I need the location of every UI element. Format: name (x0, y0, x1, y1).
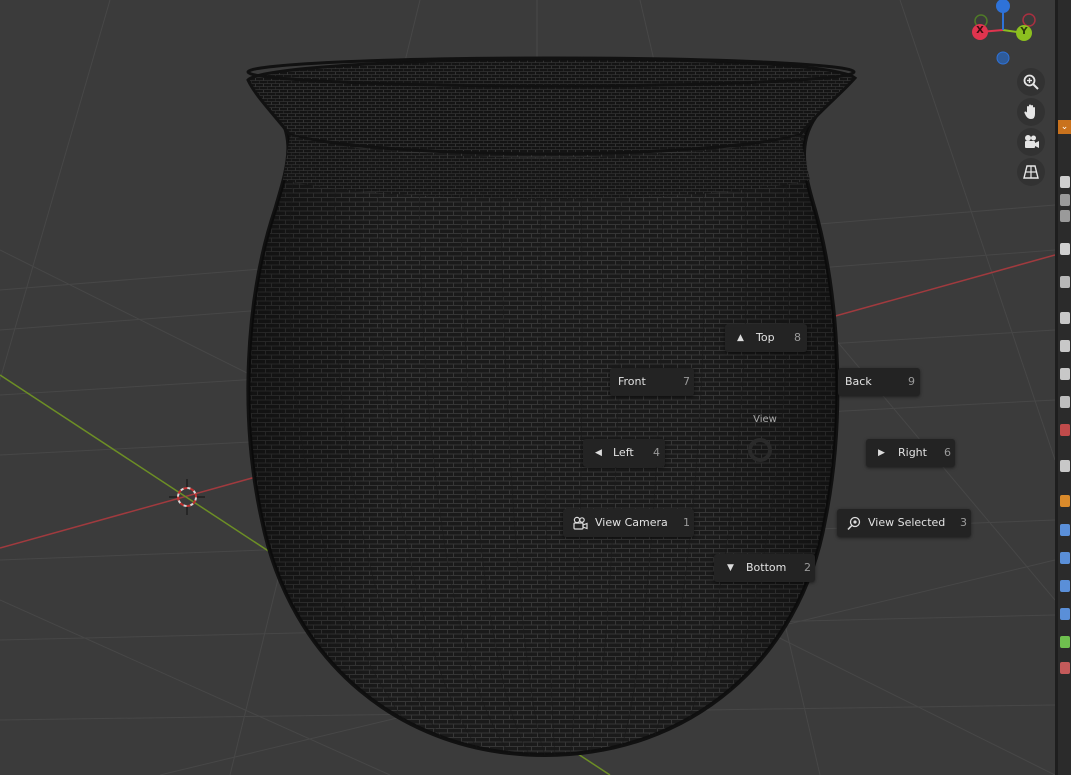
material-icon[interactable] (1060, 424, 1070, 436)
render-icon[interactable] (1060, 194, 1070, 206)
pie-item-view-selected[interactable]: View Selected 3 (837, 509, 971, 537)
pie-item-hotkey: 8 (794, 331, 801, 344)
camera-view-button[interactable] (1017, 128, 1045, 156)
pie-item-label: Front (618, 375, 646, 388)
pie-center-ring (748, 438, 772, 462)
object-icon[interactable] (1060, 396, 1070, 408)
texture-icon[interactable] (1060, 368, 1070, 380)
properties-editor-strip[interactable]: ⌄ (1055, 0, 1071, 775)
triangle-right-icon: ▶ (878, 448, 885, 458)
triangle-up-icon: ▲ (737, 333, 744, 343)
tool-icon[interactable] (1060, 176, 1070, 188)
view-layer-icon[interactable] (1060, 243, 1070, 255)
pie-item-hotkey: 4 (653, 446, 660, 459)
pie-item-label: Back (845, 375, 872, 388)
pie-item-hotkey: 1 (683, 516, 690, 529)
pie-menu-title: View (753, 414, 777, 425)
pie-item-right[interactable]: ▶ Right 6 (866, 439, 955, 467)
scene-icon[interactable] (1060, 276, 1070, 288)
pie-item-label: Top (756, 331, 775, 344)
modifier-icon[interactable] (1060, 495, 1070, 507)
pie-item-left[interactable]: ◀ Left 4 (583, 439, 665, 467)
pie-item-label: Left (613, 446, 634, 459)
pie-item-hotkey: 6 (944, 446, 951, 459)
pie-item-hotkey: 3 (960, 516, 967, 529)
pie-item-back[interactable]: Back 9 (838, 368, 920, 396)
zoom-button[interactable] (1017, 68, 1045, 96)
pie-item-hotkey: 7 (683, 375, 690, 388)
pie-item-label: View Camera (595, 516, 668, 529)
gizmo-y-label[interactable]: Y (1018, 26, 1030, 37)
wrench-icon[interactable] (1060, 524, 1070, 536)
output-icon[interactable] (1060, 210, 1070, 222)
particles-icon[interactable] (1060, 552, 1070, 564)
pie-item-top[interactable]: ▲ Top 8 (725, 324, 807, 352)
world-icon[interactable] (1060, 312, 1070, 324)
camera-icon (1025, 135, 1039, 148)
pie-item-label: View Selected (868, 516, 946, 529)
zoom-icon (1023, 74, 1039, 90)
collapse-arrow-icon[interactable]: ⌄ (1058, 120, 1071, 134)
physics-icon[interactable] (1060, 580, 1070, 592)
object-properties-icon[interactable] (1060, 460, 1070, 472)
material-sphere-icon[interactable] (1060, 662, 1070, 674)
pie-item-label: Right (898, 446, 927, 459)
grid-icon (1023, 165, 1039, 179)
constraints-icon[interactable] (1060, 608, 1070, 620)
perspective-toggle-button[interactable] (1017, 158, 1045, 186)
gizmo-x-label[interactable]: X (974, 25, 986, 36)
mesh-data-icon[interactable] (1060, 636, 1070, 648)
pan-button[interactable] (1017, 98, 1045, 126)
pie-item-front[interactable]: Front 7 (610, 368, 694, 396)
triangle-left-icon: ◀ (595, 448, 602, 458)
pie-item-label: Bottom (746, 561, 787, 574)
pie-item-hotkey: 9 (908, 375, 915, 388)
hand-icon (1024, 104, 1035, 119)
zoom-selected-icon (847, 516, 861, 531)
3d-viewport[interactable]: X Y View ▲ Top 8 Front 7 Back 9 ◀ Left 4… (0, 0, 1055, 775)
camera-icon (573, 516, 588, 530)
pie-item-view-camera[interactable]: View Camera 1 (563, 509, 694, 537)
properties-panel-edge (1058, 0, 1071, 775)
triangle-down-icon: ▼ (727, 563, 734, 573)
pie-item-hotkey: 2 (804, 561, 811, 574)
pie-item-bottom[interactable]: ▼ Bottom 2 (714, 554, 815, 582)
collection-icon[interactable] (1060, 340, 1070, 352)
